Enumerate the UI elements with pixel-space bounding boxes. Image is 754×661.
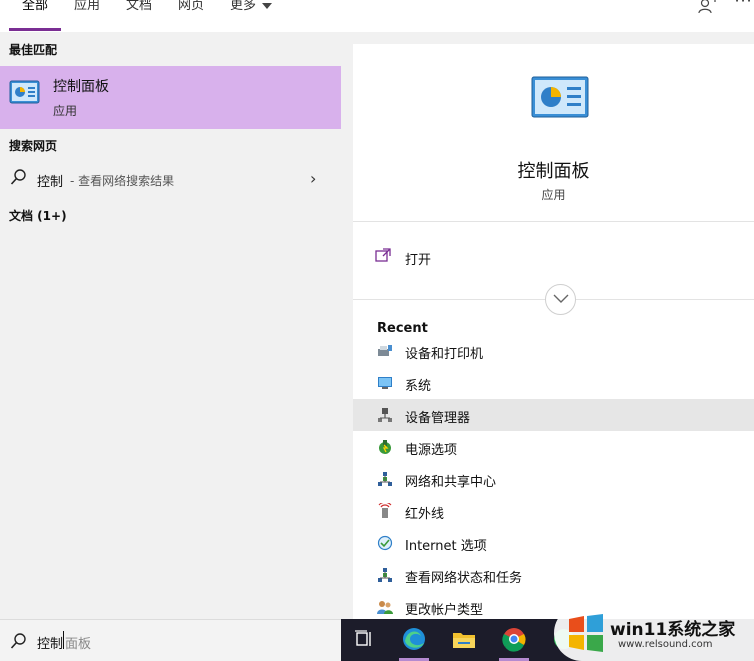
edge-icon (403, 628, 425, 650)
power-options-icon (379, 440, 391, 454)
recent-item-infrared[interactable]: 红外线 (353, 495, 754, 527)
search-icon (10, 169, 26, 185)
recent-item-label: 电源选项 (405, 443, 458, 458)
edge-browser-button[interactable] (391, 619, 437, 661)
chevron-right-icon[interactable]: › (310, 169, 316, 188)
active-tab-indicator (9, 28, 61, 31)
watermark-url: www.relsound.com (618, 639, 713, 650)
recent-item-label: 系统 (405, 379, 432, 394)
file-explorer-button[interactable] (441, 619, 487, 661)
text-cursor (63, 631, 64, 649)
task-view-icon (355, 630, 371, 646)
open-label: 打开 (405, 253, 432, 268)
best-match-title: 控制面板 (53, 79, 109, 95)
detail-subtitle: 应用 (541, 188, 566, 202)
recent-item-label: 更改帐户类型 (405, 603, 484, 618)
recent-item-internet-options[interactable]: Internet 选项 (353, 527, 754, 559)
recent-heading: Recent (377, 321, 428, 336)
search-input-text[interactable]: 控制 (37, 633, 63, 652)
network-sharing-icon (378, 472, 392, 486)
recent-item-label: 设备管理器 (405, 411, 471, 426)
control-panel-icon (9, 80, 40, 104)
recent-item-device-manager[interactable]: 设备管理器 (353, 399, 754, 431)
recent-item-label: 查看网络状态和任务 (405, 571, 523, 586)
recent-item-power-options[interactable]: 电源选项 (353, 431, 754, 463)
search-suggestion-text: 面板 (65, 637, 92, 652)
chevron-down-icon (553, 294, 569, 303)
internet-options-icon (377, 535, 393, 551)
tab-more-label: 更多 (230, 0, 257, 13)
recent-item-label: 红外线 (405, 507, 445, 522)
web-search-heading: 搜索网页 (9, 139, 58, 153)
recent-item-devices-printers[interactable]: 设备和打印机 (353, 335, 754, 367)
tab-all[interactable]: 全部 (22, 0, 48, 19)
expand-button[interactable] (545, 284, 576, 315)
feedback-icon[interactable] (698, 0, 716, 18)
web-search-query: 控制 (37, 175, 64, 190)
tab-documents-label: 文档 (126, 0, 153, 13)
device-manager-icon (378, 408, 392, 422)
web-search-result[interactable]: 控制 - 查看网络搜索结果 › (0, 164, 341, 194)
infrared-icon (378, 503, 392, 518)
detail-title: 控制面板 (517, 161, 590, 182)
more-options-icon[interactable]: ⋯ (734, 0, 752, 11)
documents-heading[interactable]: 文档 (1+) (9, 207, 67, 224)
recent-item-label: 网络和共享中心 (405, 475, 497, 490)
chrome-icon (502, 628, 526, 652)
open-action[interactable]: 打开 (353, 240, 754, 274)
chrome-browser-button[interactable] (491, 619, 537, 661)
watermark-text: win11系统之家 (610, 620, 736, 640)
best-match-heading: 最佳匹配 (9, 43, 58, 57)
chevron-down-icon (262, 2, 273, 9)
system-monitor-icon (378, 377, 392, 389)
folder-icon (453, 633, 475, 648)
detail-card: 控制面板 应用 打开 Recent 设备和打印机 系统 设备管理器 电源选项 网… (353, 44, 754, 619)
control-panel-large-icon (531, 76, 589, 118)
windows-logo-icon (569, 614, 603, 652)
detail-pane: 控制面板 应用 打开 Recent 设备和打印机 系统 设备管理器 电源选项 网… (341, 32, 754, 619)
open-icon (375, 248, 391, 262)
best-match-subtitle: 应用 (53, 104, 78, 118)
tab-web[interactable]: 网页 (178, 0, 204, 19)
tab-apps[interactable]: 应用 (74, 0, 100, 19)
best-match-item[interactable]: 控制面板 应用 (0, 66, 341, 129)
recent-item-network-sharing[interactable]: 网络和共享中心 (353, 463, 754, 495)
tab-documents[interactable]: 文档 (126, 0, 152, 19)
tab-apps-label: 应用 (74, 0, 101, 13)
devices-printers-icon (378, 345, 392, 356)
results-pane: 最佳匹配 控制面板 应用 搜索网页 控制 - 查看网络搜索结果 › 文档 (1+… (0, 32, 341, 619)
recent-item-label: 设备和打印机 (405, 347, 484, 362)
web-search-hint: - 查看网络搜索结果 (70, 174, 175, 188)
recent-item-network-status[interactable]: 查看网络状态和任务 (353, 559, 754, 591)
network-status-icon (378, 568, 392, 582)
search-tab-bar: 全部 应用 文档 网页 更多 ⋯ (0, 0, 754, 32)
task-view-button[interactable] (341, 619, 387, 661)
watermark: win11系统之家 www.relsound.com (554, 605, 754, 661)
divider (353, 221, 754, 222)
tab-more[interactable]: 更多 (230, 0, 273, 19)
recent-item-label: Internet 选项 (405, 539, 487, 554)
tab-web-label: 网页 (178, 0, 205, 13)
recent-item-system[interactable]: 系统 (353, 367, 754, 399)
search-box[interactable]: 控制 面板 (0, 619, 341, 661)
user-accounts-icon (377, 601, 393, 614)
tab-all-label: 全部 (22, 0, 49, 13)
search-icon (10, 633, 26, 649)
